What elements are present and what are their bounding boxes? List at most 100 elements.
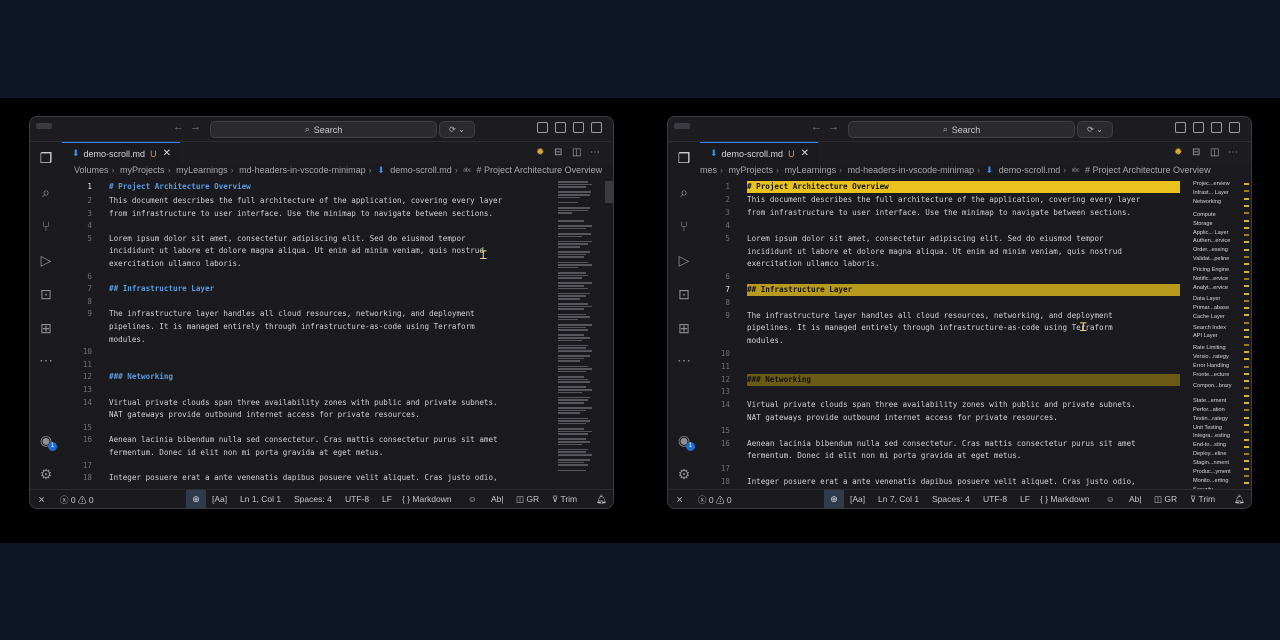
outline-item[interactable]: Analyt...ervice xyxy=(1193,285,1228,292)
run-debug-icon[interactable]: ▷ xyxy=(38,252,54,268)
tab-demo-scroll[interactable]: ⬇ demo-scroll.md U ✕ xyxy=(700,142,818,164)
command-center-search[interactable]: ⌕ Search xyxy=(848,121,1075,138)
outline-item[interactable]: Search Index xyxy=(1193,325,1226,332)
editor-line[interactable]: 18 Integer posuere erat a ante venenatis … xyxy=(700,476,1180,488)
copilot-status-icon[interactable]: ☺ xyxy=(1106,494,1115,504)
encoding[interactable]: UTF-8 xyxy=(345,494,369,504)
editor-line[interactable]: 16 Aenean lacinia bibendum nulla sed cons… xyxy=(62,434,552,446)
editor-line[interactable]: exercitation ullamco laboris. xyxy=(62,258,552,270)
editor-line[interactable]: fermentum. Donec id elit non mi porta gr… xyxy=(700,450,1180,462)
problems-indicator[interactable]: ⓧ 0 ⚠ 0 xyxy=(698,494,732,506)
editor-line[interactable]: incididunt ut labore et dolore magna ali… xyxy=(700,246,1180,258)
editor-line[interactable]: 3 from infrastructure to user interface. … xyxy=(62,208,552,220)
breadcrumb-item[interactable]: myProjects xyxy=(729,165,774,175)
toggle-secondary-sidebar-icon[interactable] xyxy=(1229,122,1240,133)
outline-item[interactable]: Compon...brary xyxy=(1193,383,1232,390)
outline-item[interactable]: Perfor...ation xyxy=(1193,407,1225,414)
editor-line[interactable]: modules. xyxy=(700,335,1180,347)
extensions-icon[interactable]: ⊞ xyxy=(676,320,692,336)
outline-item[interactable]: Stagin...nment xyxy=(1193,460,1229,467)
outline-item[interactable]: Error Handling xyxy=(1193,363,1229,370)
outline-item[interactable]: Compute xyxy=(1193,212,1216,219)
gr-indicator[interactable]: ◫ GR xyxy=(1154,494,1177,505)
editor-line[interactable]: 6 xyxy=(62,271,552,283)
match-case-indicator[interactable]: [Aa] xyxy=(850,494,865,504)
editor-line[interactable]: exercitation ullamco laboris. xyxy=(700,258,1180,270)
editor-line[interactable]: 2 This document describes the full archit… xyxy=(62,195,552,207)
minimap-outline[interactable]: Projec...erview Infrast... Layer Networkin… xyxy=(1191,181,1241,502)
breadcrumb-item[interactable]: # Project Architecture Overview xyxy=(1085,165,1211,175)
editor-line[interactable]: 14 Virtual private clouds span three avai… xyxy=(700,399,1180,411)
encoding[interactable]: UTF-8 xyxy=(983,494,1007,504)
editor-line[interactable]: 5 Lorem ipsum dolor sit amet, consectetur… xyxy=(700,233,1180,245)
cursor-position[interactable]: Ln 7, Col 1 xyxy=(878,494,919,504)
outline-item[interactable]: Projec...erview xyxy=(1193,181,1230,188)
outline-item[interactable]: Monito...erting xyxy=(1193,478,1228,485)
editor-line[interactable]: 13 xyxy=(62,384,552,396)
trim-indicator[interactable]: ⊽ Trim xyxy=(1190,494,1215,505)
end-of-line[interactable]: LF xyxy=(1020,494,1030,504)
outline-item[interactable]: Unit Testing xyxy=(1193,425,1222,432)
overview-ruler[interactable] xyxy=(1244,181,1249,499)
window-controls[interactable] xyxy=(674,123,690,129)
editor-line[interactable]: pipelines. It is managed entirely throug… xyxy=(700,322,1180,334)
notifications-bell-icon[interactable]: 🔔︎ xyxy=(596,494,607,505)
editor-line[interactable]: 10 xyxy=(62,346,552,358)
editor-line[interactable]: 11 xyxy=(700,361,1180,373)
editor-line[interactable]: 12 ### Networking xyxy=(700,373,1180,386)
toggle-panel-icon[interactable] xyxy=(1211,122,1222,133)
zoom-icon[interactable]: ⊕ xyxy=(824,490,844,508)
editor-line[interactable]: 18 Integer posuere erat a ante venenatis … xyxy=(62,472,552,484)
code-editor[interactable]: 1 # Project Architecture Overview 2 This do… xyxy=(700,181,1193,490)
breadcrumb-item[interactable]: # Project Architecture Overview xyxy=(477,165,603,175)
editor-line[interactable]: 8 xyxy=(62,296,552,308)
breadcrumb-item[interactable]: md-headers-in-vscode-minimap xyxy=(848,165,975,175)
toggle-sidebar-icon[interactable] xyxy=(1193,122,1204,133)
preview-icon[interactable]: ✹ xyxy=(1174,147,1182,158)
editor-line[interactable]: 3 from infrastructure to user interface. … xyxy=(700,207,1180,219)
search-icon[interactable]: ⌕ xyxy=(38,184,54,200)
editor-line[interactable]: 9 The infrastructure layer handles all cl… xyxy=(700,310,1180,322)
outline-item[interactable]: Applic... Layer xyxy=(1193,230,1228,237)
outline-item[interactable]: Cache Layer xyxy=(1193,314,1225,321)
toggle-secondary-sidebar-icon[interactable] xyxy=(591,122,602,133)
editor-line[interactable]: 10 xyxy=(700,348,1180,360)
gr-indicator[interactable]: ◫ GR xyxy=(516,494,539,505)
editor-line[interactable]: 1 # Project Architecture Overview xyxy=(62,181,552,193)
indentation[interactable]: Spaces: 4 xyxy=(294,494,332,504)
outline-item[interactable]: State...ement xyxy=(1193,398,1226,405)
scrollbar-thumb[interactable] xyxy=(605,181,613,203)
close-icon[interactable]: ✕ xyxy=(163,148,171,159)
outline-item[interactable]: Networking xyxy=(1193,199,1221,206)
zoom-icon[interactable]: ⊕ xyxy=(186,490,206,508)
breadcrumb-item[interactable]: mes xyxy=(700,165,717,175)
source-control-icon[interactable]: ⑂ xyxy=(38,218,54,234)
editor-line[interactable]: 2 This document describes the full archit… xyxy=(700,194,1180,206)
back-arrow-icon[interactable]: ← xyxy=(173,121,184,133)
outline-item[interactable]: Primar...abase xyxy=(1193,305,1229,312)
toggle-panel-icon[interactable] xyxy=(573,122,584,133)
explorer-icon[interactable]: ❐ xyxy=(38,150,54,166)
outline-item[interactable]: API Layer xyxy=(1193,333,1218,340)
editor-line[interactable]: 8 xyxy=(700,297,1180,309)
outline-item[interactable]: Order...essing xyxy=(1193,247,1228,254)
remote-icon[interactable]: ⨯ xyxy=(38,494,45,505)
split-editor-icon[interactable]: ◫ xyxy=(572,147,581,158)
outline-item[interactable]: Fronte...ecture xyxy=(1193,372,1229,379)
breadcrumb-item[interactable]: myProjects xyxy=(120,165,165,175)
editor-line[interactable]: fermentum. Donec id elit non mi porta gr… xyxy=(62,447,552,459)
language-mode[interactable]: { } Markdown xyxy=(1040,494,1090,504)
outline-item[interactable]: Authen...ervice xyxy=(1193,238,1230,245)
toggle-sidebar-icon[interactable] xyxy=(555,122,566,133)
trim-indicator[interactable]: ⊽ Trim xyxy=(552,494,577,505)
more-actions-icon[interactable]: ⋯ xyxy=(590,147,600,158)
outline-item[interactable]: Integra...esting xyxy=(1193,433,1230,440)
spell-indicator[interactable]: Ab| xyxy=(1129,494,1142,504)
editor-line[interactable]: NAT gateways provide outbound internet a… xyxy=(62,409,552,421)
outline-item[interactable]: Data Layer xyxy=(1193,296,1220,303)
outline-item[interactable]: Validat...peline xyxy=(1193,256,1229,263)
editor-line[interactable]: 12 ### Networking xyxy=(62,371,552,383)
outline-item[interactable]: Storage xyxy=(1193,221,1213,228)
outline-item[interactable]: Rate Limiting xyxy=(1193,345,1226,352)
breadcrumb-item[interactable]: md-headers-in-vscode-minimap xyxy=(239,165,366,175)
